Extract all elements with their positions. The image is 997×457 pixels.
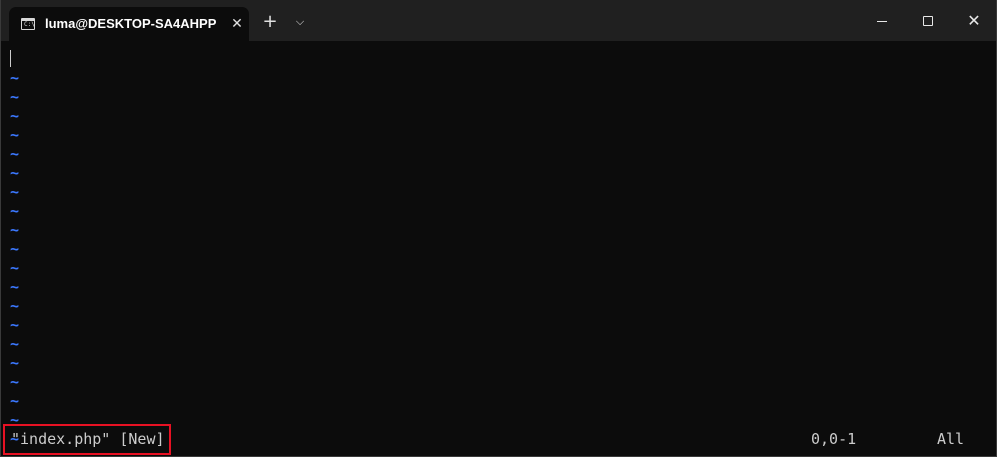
- plus-icon[interactable]: +: [260, 12, 280, 32]
- empty-line-marker: ~: [10, 221, 20, 239]
- title-bar[interactable]: C:\ luma@DESKTOP-SA4AHPP: /v ✕ + ⌵ ✕: [1, 0, 996, 41]
- empty-line-marker: ~: [10, 373, 20, 391]
- empty-line-marker: ~: [10, 88, 20, 106]
- file-status-message: "index.php" [New]: [3, 424, 171, 455]
- empty-line-marker: ~: [10, 392, 20, 410]
- chevron-down-icon[interactable]: ⌵: [291, 13, 309, 31]
- text-cursor: [10, 50, 11, 67]
- minimize-button[interactable]: [859, 7, 905, 35]
- terminal-window: C:\ luma@DESKTOP-SA4AHPP: /v ✕ + ⌵ ✕ ~ ~ ~…: [0, 0, 997, 457]
- empty-line-marker: ~: [10, 183, 20, 201]
- vim-status-line: "index.php" [New] 0,0-1 All: [1, 424, 996, 455]
- empty-line-marker: ~: [10, 107, 20, 125]
- empty-line-marker: ~: [10, 202, 20, 220]
- minimize-icon: [877, 21, 887, 22]
- empty-line-marker: ~: [10, 145, 20, 163]
- empty-line-marker: ~: [10, 240, 20, 258]
- empty-line-marker: ~: [10, 316, 20, 334]
- empty-line-marker: ~: [10, 278, 20, 296]
- tab-title: luma@DESKTOP-SA4AHPP: /v: [45, 16, 217, 31]
- terminal-content[interactable]: ~ ~ ~ ~ ~ ~ ~ ~ ~ ~ ~ ~ ~ ~ ~ ~ ~ ~ ~ ~ "index.php" [New] 0…: [1, 41, 996, 456]
- close-icon[interactable]: ✕: [229, 16, 245, 32]
- empty-line-marker: ~: [10, 126, 20, 144]
- empty-line-marker: ~: [10, 69, 20, 87]
- close-window-button[interactable]: ✕: [951, 7, 996, 35]
- maximize-button[interactable]: [905, 7, 951, 35]
- empty-line-markers: ~ ~ ~ ~ ~ ~ ~ ~ ~ ~ ~ ~ ~ ~ ~ ~ ~ ~ ~ ~: [10, 69, 19, 449]
- empty-line-marker: ~: [10, 297, 20, 315]
- maximize-icon: [923, 16, 933, 26]
- scroll-position: All: [937, 430, 965, 448]
- empty-line-marker: ~: [10, 259, 20, 277]
- terminal-icon: C:\: [21, 18, 35, 30]
- close-icon: ✕: [967, 11, 981, 30]
- empty-line-marker: ~: [10, 354, 20, 372]
- tab-terminal[interactable]: C:\ luma@DESKTOP-SA4AHPP: /v ✕: [9, 7, 249, 41]
- cursor-position: 0,0-1: [811, 430, 857, 448]
- empty-line-marker: ~: [10, 164, 20, 182]
- empty-line-marker: ~: [10, 335, 20, 353]
